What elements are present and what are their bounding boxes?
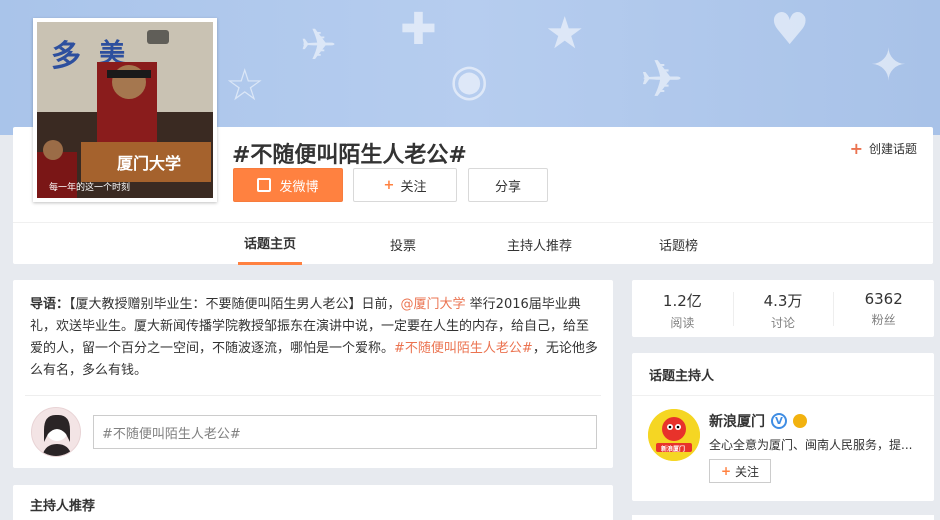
post-weibo-label: 发微博 xyxy=(279,179,319,195)
host-description: 全心全意为厦门、闽南人民服务，提... xyxy=(709,438,913,452)
topic-tabs: 话题主页 投票 主持人推荐 话题榜 xyxy=(13,222,933,265)
stat-value: 1.2亿 xyxy=(662,292,702,310)
divider xyxy=(25,395,601,396)
plus-icon: + xyxy=(720,464,732,478)
svg-text:多: 多 xyxy=(51,39,81,74)
mention-link[interactable]: @厦门大学 xyxy=(401,297,466,312)
share-button[interactable]: 分享 xyxy=(468,168,548,202)
plus-icon: + xyxy=(849,139,863,158)
share-label: 分享 xyxy=(494,179,521,195)
stat-value: 6362 xyxy=(864,290,903,308)
host-logo-image xyxy=(648,409,700,461)
stat-reads: 1.2亿 阅读 xyxy=(632,280,733,337)
tab-label: 话题榜 xyxy=(659,238,699,254)
cover-podium-text: 厦门大学 xyxy=(117,154,182,173)
hashtag-link[interactable]: #不随便叫陌生人老公# xyxy=(394,341,533,356)
stat-fans: 6362 粉丝 xyxy=(833,280,934,337)
topic-host-card: 话题主持人 新浪厦门 新浪厦门 V 全心全意为厦门、闽南人民服务，提... + … xyxy=(632,353,934,501)
intro-lead: 导语： xyxy=(30,297,70,312)
user-avatar[interactable] xyxy=(31,407,81,457)
star-icon: ★ xyxy=(545,8,585,59)
star-icon: ☆ xyxy=(225,60,265,111)
stat-label: 讨论 xyxy=(771,316,796,330)
host-name-text: 新浪厦门 xyxy=(709,414,765,430)
star-icon: ✦ xyxy=(870,40,907,91)
edit-icon xyxy=(257,178,272,192)
intro-text-part1: 【厦大教授赠别毕业生：不要随便叫陌生男人老公】日前， xyxy=(69,297,401,312)
tab-host-recommend[interactable]: 主持人推荐 xyxy=(507,223,572,265)
host-recommend-title: 主持人推荐 xyxy=(30,499,96,514)
tab-topic-rank[interactable]: 话题榜 xyxy=(659,223,698,265)
topic-intro-card: 导语：【厦大教授赠别毕业生：不要随便叫陌生男人老公】日前，@厦门大学 举行201… xyxy=(13,280,613,468)
heart-icon: ♥ xyxy=(770,4,810,55)
tab-label: 主持人推荐 xyxy=(507,238,573,254)
stat-label: 阅读 xyxy=(670,316,695,330)
topic-stats: 1.2亿 阅读 4.3万 讨论 6362 粉丝 xyxy=(632,280,934,337)
host-logo-text: 新浪厦门 xyxy=(661,446,686,453)
stat-discussions: 4.3万 讨论 xyxy=(732,280,834,337)
host-recommend-card: 主持人推荐 xyxy=(13,485,613,520)
circle-icon: ◉ xyxy=(450,55,489,106)
airplane-icon: ✈ xyxy=(640,50,684,110)
next-card xyxy=(632,515,934,520)
stat-label: 粉丝 xyxy=(871,313,896,327)
topic-intro: 导语：【厦大教授赠别毕业生：不要随便叫陌生男人老公】日前，@厦门大学 举行201… xyxy=(30,294,600,382)
follow-topic-label: 关注 xyxy=(400,179,427,195)
follow-topic-button[interactable]: + 关注 xyxy=(353,168,457,202)
post-weibo-button[interactable]: 发微博 xyxy=(233,168,343,202)
topic-cover-image: 多 美 厦门大学 每一年的这一个时刻 xyxy=(33,18,217,202)
host-name[interactable]: 新浪厦门 V xyxy=(709,411,807,431)
host-section-title: 话题主持人 xyxy=(649,369,715,384)
plus-icon: + xyxy=(383,177,395,193)
follow-host-label: 关注 xyxy=(735,464,760,479)
cover-caption: 每一年的这一个时刻 xyxy=(49,183,131,193)
post-composer-input[interactable]: #不随便叫陌生人老公# xyxy=(93,415,597,449)
member-crown-icon xyxy=(793,414,807,428)
composer-text: #不随便叫陌生人老公# xyxy=(102,426,241,442)
create-topic-link[interactable]: + 创建话题 xyxy=(850,139,917,158)
tab-topic-home[interactable]: 话题主页 xyxy=(238,223,303,265)
create-topic-label: 创建话题 xyxy=(868,142,917,156)
avatar-image xyxy=(32,408,80,456)
tab-vote[interactable]: 投票 xyxy=(390,223,416,265)
verified-icon: V xyxy=(771,413,787,429)
tab-label: 话题主页 xyxy=(244,237,297,252)
puzzle-icon: ✚ xyxy=(400,4,437,55)
tab-label: 投票 xyxy=(390,238,417,254)
topic-title: #不随便叫陌生人老公# xyxy=(232,143,467,168)
airplane-icon: ✈ xyxy=(300,20,337,71)
stat-value: 4.3万 xyxy=(763,292,803,310)
host-avatar[interactable]: 新浪厦门 xyxy=(648,409,700,461)
divider xyxy=(632,395,934,396)
follow-host-button[interactable]: + 关注 xyxy=(709,459,771,483)
